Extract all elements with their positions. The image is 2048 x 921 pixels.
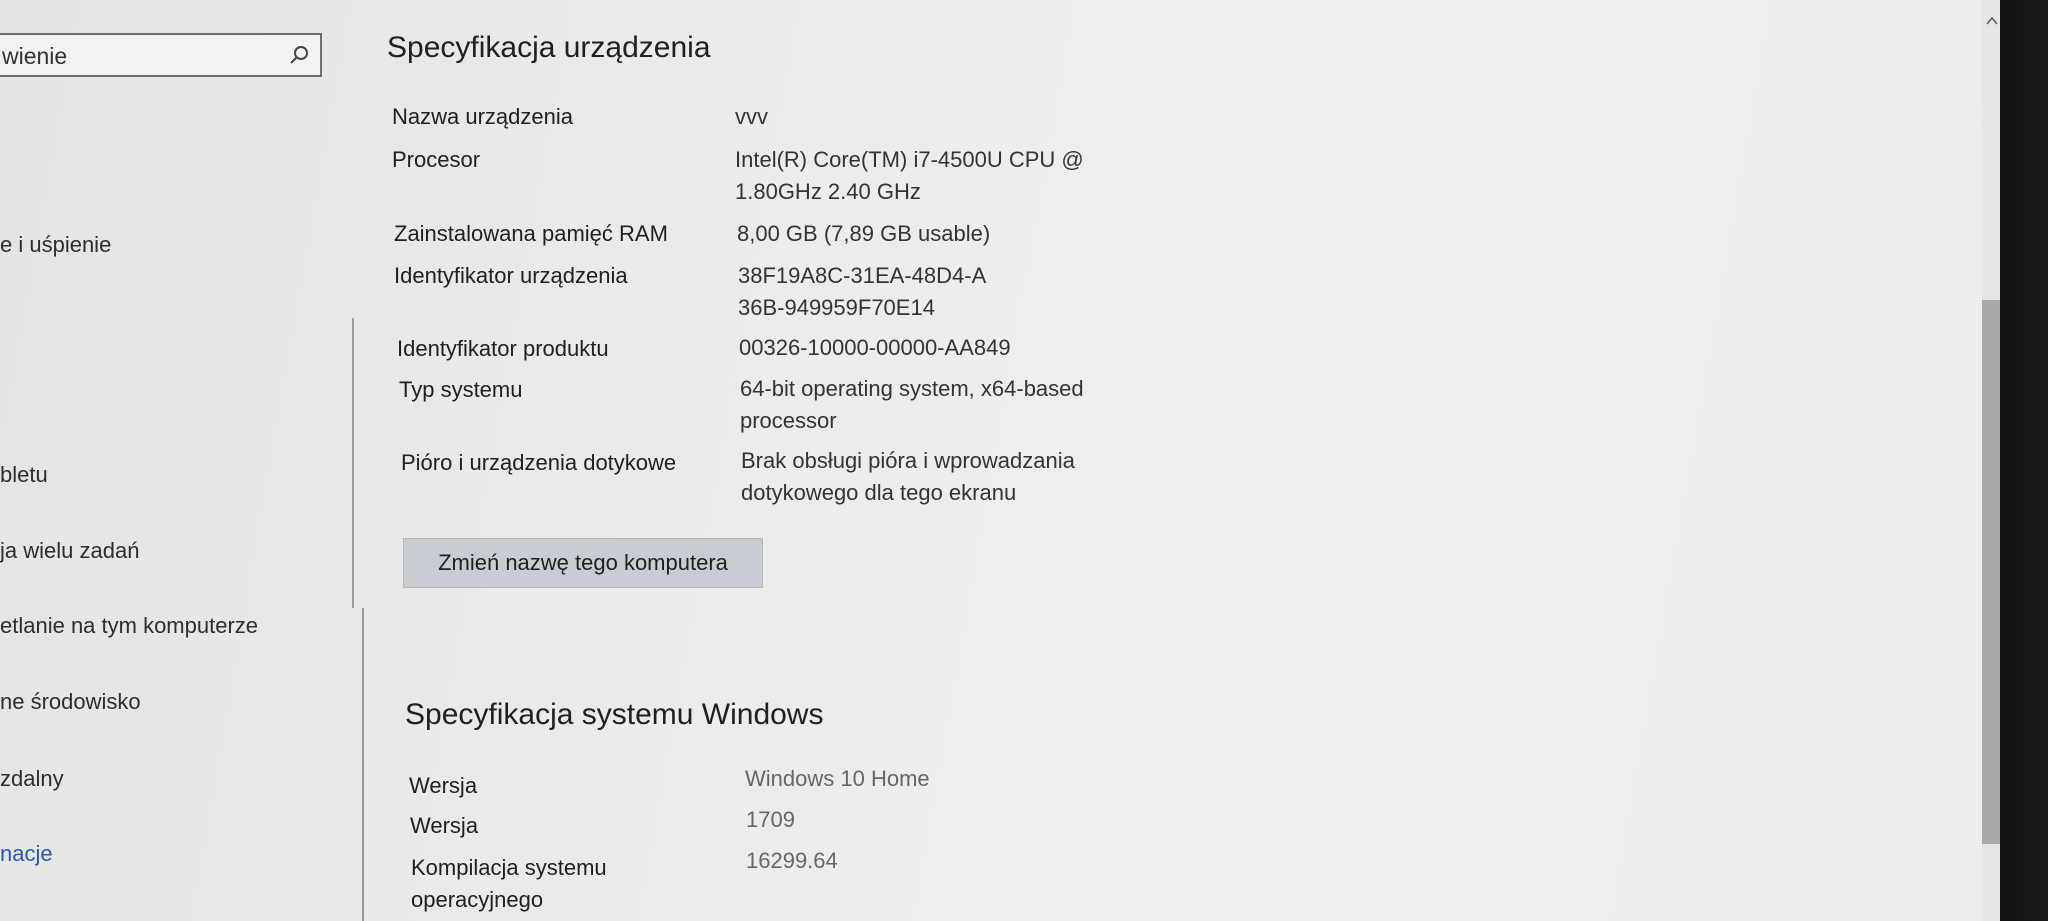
device-name-label: Nazwa urządzenia: [392, 104, 573, 129]
scrollbar-thumb[interactable]: [1982, 300, 2000, 844]
system-type-label: Typ systemu: [399, 377, 523, 402]
sidebar-item-label: nacje: [0, 841, 53, 866]
sidebar-item-tablet[interactable]: bletu: [0, 462, 48, 488]
sidebar-divider: [362, 608, 364, 921]
rename-pc-button[interactable]: Zmień nazwę tego komputera: [403, 538, 763, 588]
sidebar-item-label: ne środowisko: [0, 689, 141, 714]
product-id-value: 00326-10000-00000-AA849: [739, 335, 1011, 360]
os-build-label: Kompilacja systemu operacyjnego: [411, 855, 607, 912]
edition-value: Windows 10 Home: [745, 766, 930, 791]
search-input[interactable]: wienie: [0, 33, 322, 77]
processor-label: Procesor: [392, 147, 481, 172]
product-id-label: Identyfikator produktu: [397, 336, 609, 361]
sidebar-divider: [352, 318, 354, 608]
sidebar-item-about[interactable]: nacje: [0, 841, 53, 867]
sidebar-item-label: zdalny: [0, 766, 64, 791]
sidebar-item-shared-experiences[interactable]: ne środowisko: [0, 689, 141, 715]
screen-bezel: [2000, 0, 2048, 921]
sidebar-item-multitasking[interactable]: ja wielu zadań: [0, 538, 139, 564]
device-name-value: vvv: [735, 104, 768, 129]
ram-label: Zainstalowana pamięć RAM: [394, 221, 668, 246]
ram-value: 8,00 GB (7,89 GB usable): [737, 221, 991, 246]
pen-touch-value: Brak obsługi pióra i wprowadzania dotyko…: [741, 448, 1075, 505]
version-value: 1709: [746, 807, 795, 832]
sidebar-item-projecting[interactable]: etlanie na tym komputerze: [0, 613, 258, 639]
sidebar-item-label: bletu: [0, 462, 48, 487]
device-id-label: Identyfikator urządzenia: [394, 263, 628, 288]
sidebar-item-power-sleep[interactable]: e i uśpienie: [0, 232, 111, 258]
sidebar-item-label: etlanie na tym komputerze: [0, 613, 259, 638]
pen-touch-label: Pióro i urządzenia dotykowe: [401, 450, 677, 475]
search-input-value: wienie: [2, 43, 68, 69]
sidebar-item-remote-desktop[interactable]: zdalny: [0, 766, 64, 792]
system-type-value: 64-bit operating system, x64-based proce…: [740, 376, 1084, 433]
version-label: Wersja: [410, 813, 479, 838]
settings-window: wienie e i uśpienie bletu ja wielu zadań…: [0, 0, 2000, 921]
scroll-up-arrow-icon[interactable]: [1986, 15, 1998, 27]
device-id-value: 38F19A8C-31EA-48D4-A36B-949959F70E14: [738, 263, 987, 320]
search-icon[interactable]: [288, 44, 310, 66]
windows-spec-title: Specyfikacja systemu Windows: [405, 698, 824, 731]
processor-value: Intel(R) Core(TM) i7-4500U CPU @ 1.80GHz…: [735, 147, 1084, 204]
sidebar-item-label: ja wielu zadań: [0, 538, 140, 563]
device-spec-title: Specyfikacja urządzenia: [387, 31, 711, 64]
edition-label: Wersja: [409, 773, 478, 798]
sidebar-item-label: e i uśpienie: [0, 232, 112, 257]
os-build-value: 16299.64: [746, 848, 838, 873]
